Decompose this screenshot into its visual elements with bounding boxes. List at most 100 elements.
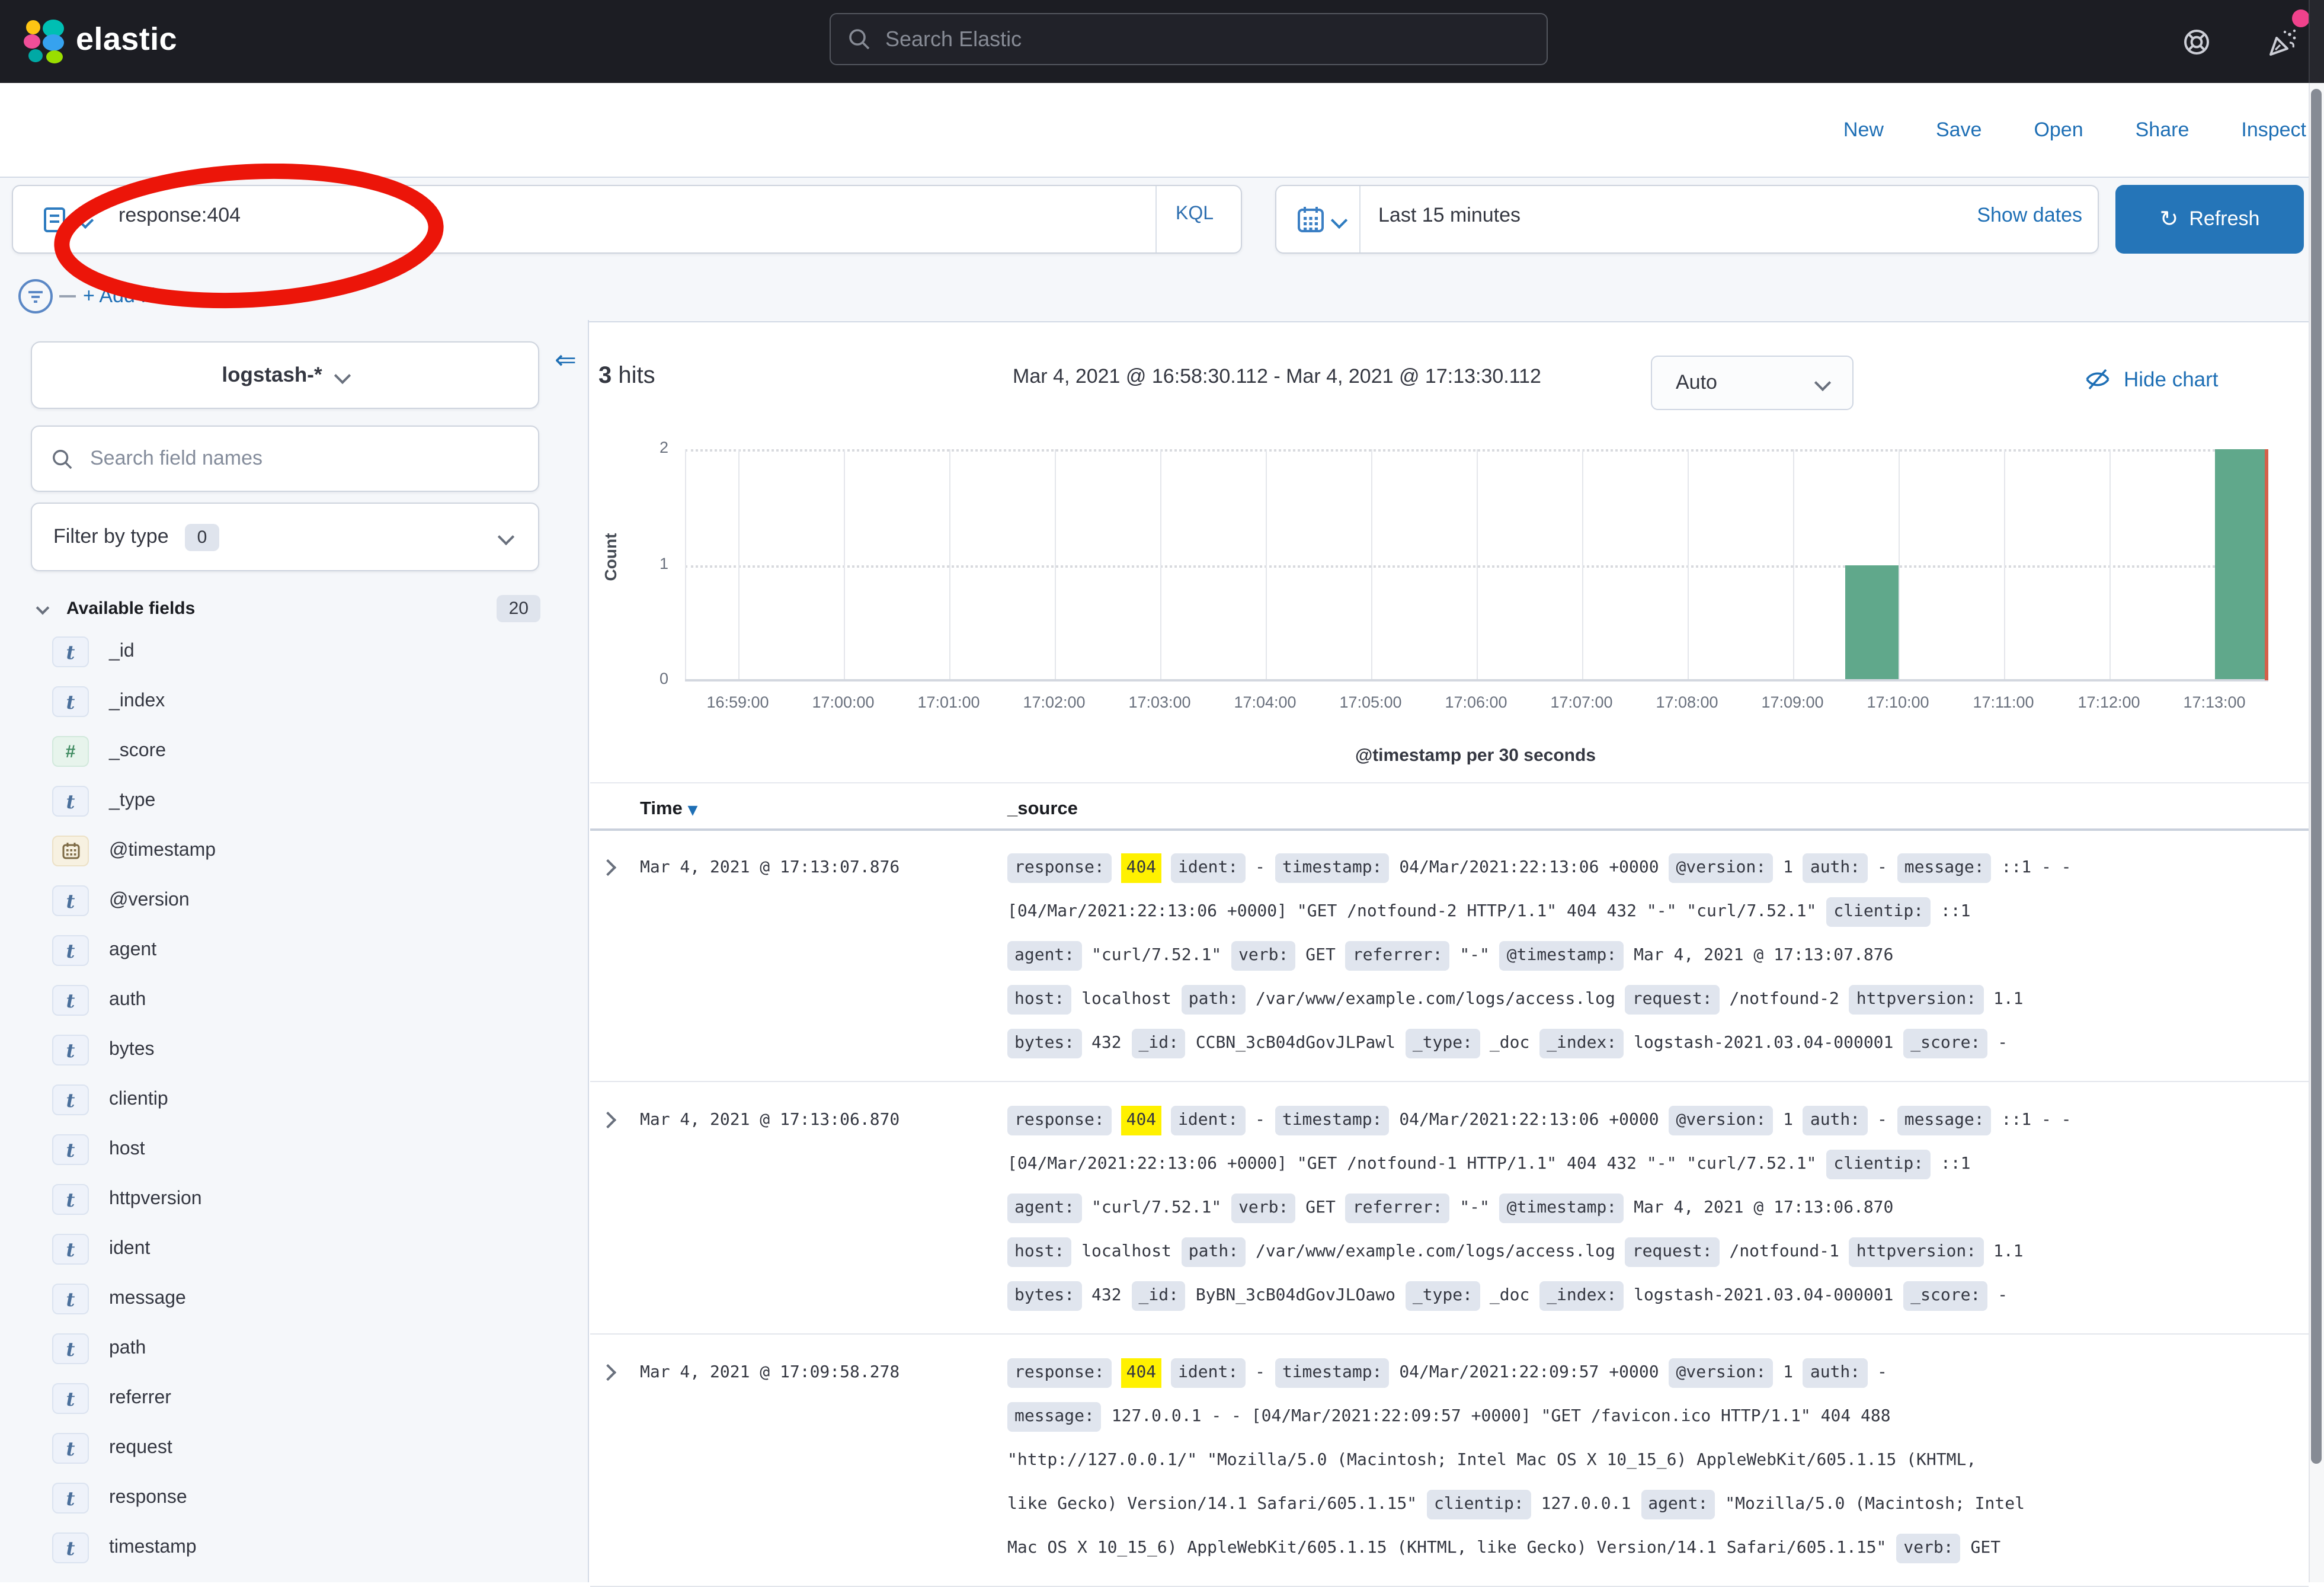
string-field-icon: t bbox=[52, 1532, 89, 1563]
x-tick-label: 16:59:00 bbox=[684, 693, 791, 711]
interval-select[interactable]: Auto bbox=[1651, 356, 1854, 410]
action-save[interactable]: Save bbox=[1936, 119, 1982, 142]
x-tick-label: 17:12:00 bbox=[2056, 693, 2162, 711]
string-field-icon: t bbox=[52, 1433, 89, 1464]
scrollbar-header-segment bbox=[2309, 0, 2324, 83]
field-name: host bbox=[109, 1139, 145, 1160]
field-badge: @version: bbox=[1669, 1358, 1774, 1388]
field-item-timestamp[interactable]: ttimestamp bbox=[52, 1530, 574, 1566]
number-field-icon: # bbox=[52, 736, 89, 767]
hide-chart-button[interactable]: Hide chart bbox=[2083, 365, 2219, 393]
field-item-auth[interactable]: tauth bbox=[52, 983, 574, 1018]
row-source: response: 404 ident: - timestamp: 04/Mar… bbox=[1007, 1099, 2275, 1318]
y-axis-label: Count bbox=[601, 504, 620, 610]
x-tick-label: 17:09:00 bbox=[1739, 693, 1846, 711]
field-badge: httpversion: bbox=[1849, 1237, 1983, 1267]
field-name: bytes bbox=[109, 1039, 155, 1061]
show-dates-link[interactable]: Show dates bbox=[1920, 204, 2082, 228]
x-tick-label: 17:06:00 bbox=[1423, 693, 1529, 711]
field-badge: message: bbox=[1007, 1402, 1102, 1432]
field-item-host[interactable]: thost bbox=[52, 1132, 574, 1167]
field-item-_id[interactable]: t_id bbox=[52, 634, 574, 670]
field-item-@timestamp[interactable]: @timestamp bbox=[52, 833, 574, 869]
field-item-clientip[interactable]: tclientip bbox=[52, 1082, 574, 1118]
field-item-referrer[interactable]: treferrer bbox=[52, 1381, 574, 1416]
news-announcements-icon[interactable] bbox=[2266, 26, 2299, 59]
field-item-request[interactable]: t request bbox=[52, 1431, 574, 1466]
string-field-icon: t bbox=[52, 1184, 89, 1215]
field-badge: _id: bbox=[1132, 1281, 1186, 1311]
field-item-_type[interactable]: t_type bbox=[52, 783, 574, 819]
field-search-input[interactable]: Search field names bbox=[31, 425, 539, 492]
time-picker-chevron-icon[interactable] bbox=[1331, 212, 1347, 229]
field-item-path[interactable]: tpath bbox=[52, 1331, 574, 1367]
help-icon[interactable] bbox=[2183, 28, 2210, 56]
x-tick-label: 17:07:00 bbox=[1528, 693, 1635, 711]
column-header-time[interactable]: Time ▼ bbox=[640, 799, 697, 820]
sort-desc-icon[interactable]: ▼ bbox=[687, 802, 697, 818]
field-name: _index bbox=[109, 691, 165, 712]
x-tick-label: 17:11:00 bbox=[1950, 693, 2057, 711]
field-item-message[interactable]: tmessage bbox=[52, 1281, 574, 1317]
field-badge: clientip: bbox=[1826, 897, 1931, 927]
highlighted-value: 404 bbox=[1122, 1106, 1161, 1135]
expand-row-icon[interactable] bbox=[600, 859, 616, 876]
field-item-_index[interactable]: t_index bbox=[52, 684, 574, 719]
action-open[interactable]: Open bbox=[2034, 119, 2083, 142]
field-badge: response: bbox=[1007, 853, 1112, 883]
action-share[interactable]: Share bbox=[2136, 119, 2189, 142]
field-name: @timestamp bbox=[109, 840, 216, 862]
field-badge: _index: bbox=[1539, 1281, 1624, 1311]
x-gridline bbox=[1898, 449, 1899, 680]
x-tick-label: 17:03:00 bbox=[1106, 693, 1213, 711]
x-gridline bbox=[1160, 449, 1161, 680]
field-badge: path: bbox=[1182, 1237, 1246, 1267]
expand-row-icon[interactable] bbox=[600, 1364, 616, 1381]
discover-page: elastic Search Elastic bbox=[0, 0, 2324, 1582]
row-timestamp: Mar 4, 2021 @ 17:13:06.870 bbox=[640, 1099, 899, 1143]
field-badge: timestamp: bbox=[1275, 853, 1390, 883]
time-filter-value[interactable]: Last 15 minutes bbox=[1378, 204, 1520, 228]
field-badge: @timestamp: bbox=[1500, 1194, 1624, 1223]
x-axis-label: @timestamp per 30 seconds bbox=[1061, 745, 1890, 766]
field-badge: _score: bbox=[1903, 1281, 1987, 1311]
y-tick-label: 1 bbox=[633, 554, 668, 572]
histogram-bar[interactable] bbox=[2214, 449, 2267, 680]
x-gridline bbox=[2109, 449, 2110, 680]
histogram-bar[interactable] bbox=[1845, 565, 1898, 680]
notification-badge bbox=[2292, 9, 2310, 27]
field-badge: response: bbox=[1007, 1358, 1112, 1388]
field-badge: @timestamp: bbox=[1500, 941, 1624, 971]
field-badge: host: bbox=[1007, 1237, 1071, 1267]
x-gridline bbox=[1371, 449, 1372, 680]
x-gridline bbox=[843, 449, 844, 680]
field-item-bytes[interactable]: tbytes bbox=[52, 1032, 574, 1068]
field-item-response[interactable]: tresponse bbox=[52, 1480, 574, 1516]
global-search-input[interactable]: Search Elastic bbox=[830, 13, 1548, 65]
calendar-icon[interactable] bbox=[1297, 205, 1325, 235]
field-item-@version[interactable]: t@version bbox=[52, 883, 574, 919]
available-fields-header[interactable]: Available fields 20 bbox=[31, 590, 540, 626]
field-name: request bbox=[109, 1438, 172, 1459]
field-item-httpversion[interactable]: thttpversion bbox=[52, 1182, 574, 1217]
field-badge: clientip: bbox=[1427, 1490, 1531, 1519]
expand-row-icon[interactable] bbox=[600, 1112, 616, 1128]
field-item-ident[interactable]: tident bbox=[52, 1231, 574, 1267]
scrollbar-thumb[interactable] bbox=[2311, 89, 2322, 1464]
field-name: clientip bbox=[109, 1089, 168, 1111]
field-name: auth bbox=[109, 990, 146, 1011]
query-language-button[interactable]: KQL bbox=[1176, 204, 1214, 225]
collapse-sidebar-icon[interactable]: ⇐ bbox=[555, 346, 577, 376]
action-new[interactable]: New bbox=[1843, 119, 1884, 142]
x-gridline bbox=[1687, 449, 1688, 680]
field-item-_score[interactable]: #_score bbox=[52, 734, 574, 769]
field-badge: agent: bbox=[1641, 1490, 1715, 1519]
x-tick-label: 17:00:00 bbox=[790, 693, 897, 711]
field-item-agent[interactable]: tagent bbox=[52, 933, 574, 968]
action-inspect[interactable]: Inspect bbox=[2241, 119, 2306, 142]
index-pattern-selector[interactable]: logstash-* bbox=[31, 341, 539, 409]
refresh-button[interactable]: ↻ Refresh bbox=[2115, 185, 2304, 254]
x-tick-label: 17:02:00 bbox=[1001, 693, 1107, 711]
x-gridline bbox=[949, 449, 950, 680]
filter-by-type-dropdown[interactable]: Filter by type 0 bbox=[31, 503, 539, 571]
